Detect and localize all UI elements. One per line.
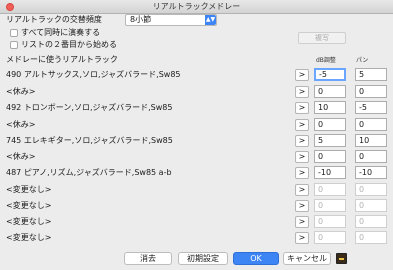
track-select-button[interactable]: > xyxy=(295,102,309,114)
list-heading: メドレーに使うリアルトラック xyxy=(6,55,118,64)
track-name: <休み> xyxy=(6,152,36,161)
start-second-label: リストの２番目から始める xyxy=(21,40,117,49)
pan-input[interactable]: 10 xyxy=(355,134,387,147)
play-all-label: すべて同時に演奏する xyxy=(21,28,101,37)
clear-button[interactable]: 消去 xyxy=(124,252,172,265)
frequency-label: リアルトラックの交替頻度 xyxy=(6,15,102,24)
pan-input[interactable]: 0 xyxy=(355,231,387,244)
defaults-button[interactable]: 初期設定 xyxy=(178,252,228,265)
db-input[interactable]: -10 xyxy=(314,166,346,179)
track-select-button[interactable]: > xyxy=(295,184,309,196)
pan-input[interactable]: 5 xyxy=(355,68,387,81)
track-select-button[interactable]: > xyxy=(295,135,309,147)
track-name: <変更なし> xyxy=(6,233,52,242)
pan-input[interactable]: 0 xyxy=(355,150,387,163)
play-all-checkbox[interactable] xyxy=(10,29,18,37)
pan-input[interactable]: 0 xyxy=(355,199,387,212)
chevron-updown-icon: ▲▼ xyxy=(205,15,216,25)
track-name: <変更なし> xyxy=(6,217,52,226)
copy-button[interactable]: 複写 xyxy=(298,32,346,44)
db-input[interactable]: 0 xyxy=(314,199,346,212)
db-input[interactable]: 10 xyxy=(314,101,346,114)
close-window-icon[interactable] xyxy=(6,3,14,11)
db-input[interactable]: 0 xyxy=(314,231,346,244)
track-name: 745 エレキギター,ソロ,ジャズバラード,Sw85 xyxy=(6,136,173,145)
db-column-header: dB調整 xyxy=(316,57,336,64)
track-select-button[interactable]: > xyxy=(295,216,309,228)
db-input[interactable]: 0 xyxy=(314,150,346,163)
track-name: 492 トロンボーン,ソロ,ジャズバラード,Sw85 xyxy=(6,103,173,112)
start-second-checkbox[interactable] xyxy=(10,41,18,49)
track-name: <休み> xyxy=(6,120,36,129)
track-name: 487 ピアノ,リズム,ジャズバラード,Sw85 a-b xyxy=(6,168,172,177)
help-icon[interactable] xyxy=(336,253,347,264)
track-name: <変更なし> xyxy=(6,185,52,194)
pan-input[interactable]: -5 xyxy=(355,101,387,114)
track-name: 490 アルトサックス,ソロ,ジャズバラード,Sw85 xyxy=(6,70,181,79)
track-name: <変更なし> xyxy=(6,201,52,210)
db-input[interactable]: 0 xyxy=(314,118,346,131)
track-name: <休み> xyxy=(6,87,36,96)
pan-input[interactable]: 0 xyxy=(355,118,387,131)
db-input[interactable]: 5 xyxy=(314,134,346,147)
pan-input[interactable]: -10 xyxy=(355,166,387,179)
db-input[interactable]: 0 xyxy=(314,85,346,98)
cancel-button[interactable]: キャンセル xyxy=(283,252,331,265)
pan-column-header: パン xyxy=(356,57,369,64)
ok-button[interactable]: OK xyxy=(233,252,279,265)
pan-input[interactable]: 0 xyxy=(355,215,387,228)
frequency-value: 8小節 xyxy=(130,15,152,24)
db-input[interactable]: 0 xyxy=(314,215,346,228)
track-select-button[interactable]: > xyxy=(295,232,309,244)
db-input[interactable]: -5 xyxy=(314,68,346,81)
track-select-button[interactable]: > xyxy=(295,119,309,131)
frequency-dropdown[interactable]: 8小節 ▲▼ xyxy=(125,14,217,26)
title-bar: リアルトラックメドレー xyxy=(0,0,393,14)
track-select-button[interactable]: > xyxy=(295,167,309,179)
pan-input[interactable]: 0 xyxy=(355,183,387,196)
track-select-button[interactable]: > xyxy=(295,69,309,81)
track-select-button[interactable]: > xyxy=(295,151,309,163)
pan-input[interactable]: 0 xyxy=(355,85,387,98)
track-select-button[interactable]: > xyxy=(295,86,309,98)
window-title: リアルトラックメドレー xyxy=(152,2,241,11)
track-select-button[interactable]: > xyxy=(295,200,309,212)
db-input[interactable]: 0 xyxy=(314,183,346,196)
